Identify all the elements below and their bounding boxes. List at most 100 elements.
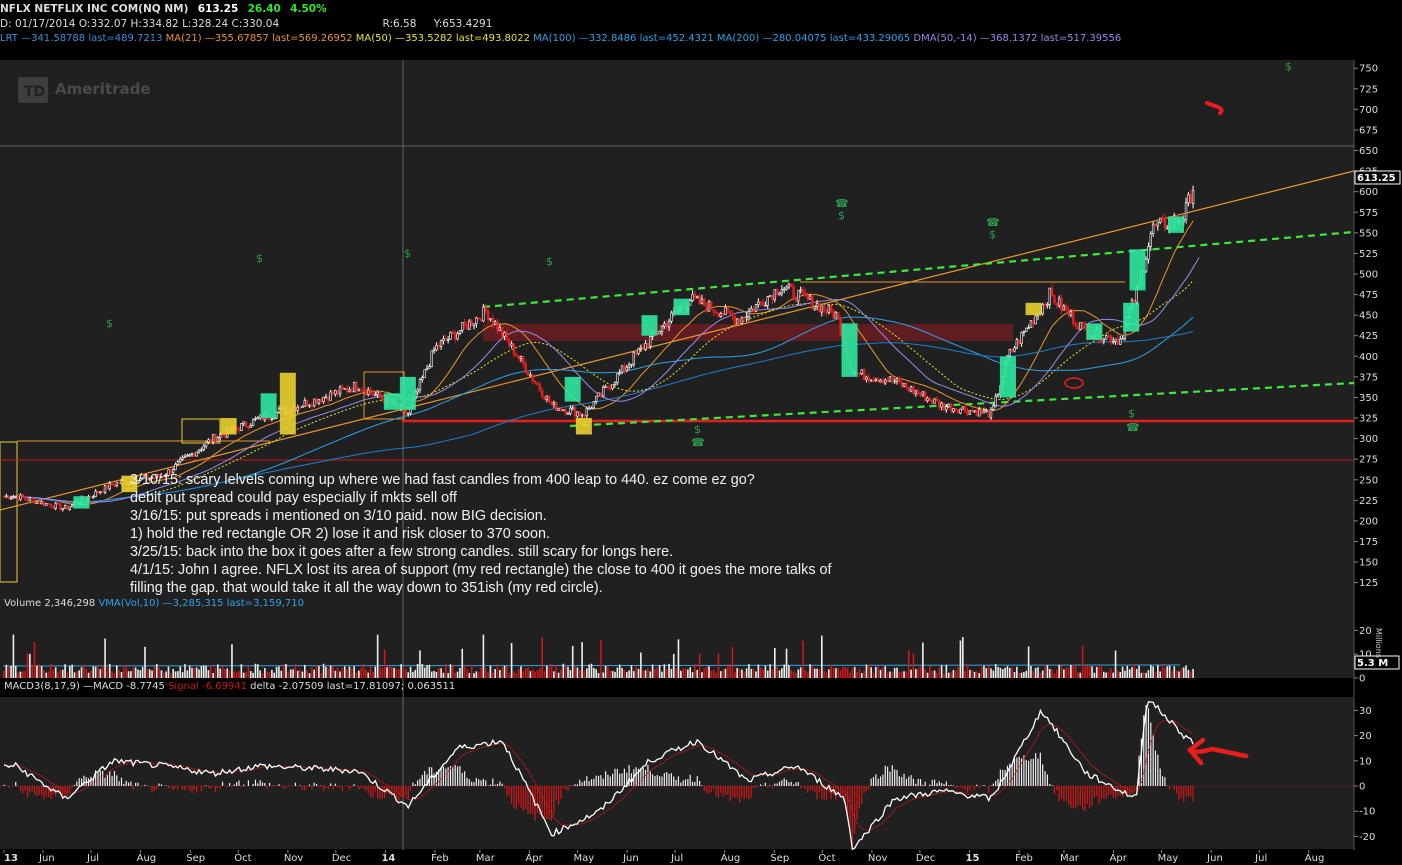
candle-body [1067,309,1070,316]
volume-bar [116,665,118,678]
volume-bar [863,671,865,678]
close-label: C:330.04 [231,18,280,30]
candle-body [456,333,459,340]
candle-body [583,414,586,417]
candle-body [867,376,871,381]
candle-body [9,497,13,500]
volume-bar [774,647,776,678]
volume-bar [882,666,884,678]
macd-hist-bar [478,779,480,786]
macd-hist-bar [548,786,550,820]
volume-bar [106,667,109,678]
macd-hist-bar [945,781,947,786]
macd-hist-bar [104,777,106,786]
macd-hist-bar [149,786,151,787]
candle-body [1102,338,1106,342]
macd-hist-bar [247,780,249,786]
volume-bar [618,664,621,678]
candle-body [489,318,492,321]
candle-body [724,307,727,315]
y-tick-label: 250 [1359,475,1378,486]
candle-body [696,295,699,298]
candle-body [7,495,10,500]
macd-hist-bar [565,786,567,790]
volume-bar [492,672,494,678]
candle-body [322,396,325,403]
macd-hist-bar [461,772,463,786]
volume-bar [715,673,717,678]
volume-bar [134,667,137,678]
volume-bar [423,667,426,678]
macd-hist-bar [872,777,875,786]
volume-bar [696,669,699,678]
macd-hist-bar [1086,786,1088,805]
volume-bar [917,668,919,678]
macd-hist-bar [123,783,125,786]
study-ma100: MA(100) —332.8486 last=452.4321 [533,33,714,44]
macd-hist-bar [800,786,802,789]
macd-hist-bar [464,771,466,786]
volume-bar [130,671,132,678]
macd-hist-bar [1028,760,1030,786]
macd-hist-bar [795,782,797,786]
macd-hist-bar [962,786,964,789]
highlight-candle [220,418,237,435]
macd-hist-bar [360,786,362,789]
volume-bar [1187,669,1190,678]
volume-bar [322,663,325,678]
volume-bar [71,664,73,678]
volume-bar [475,671,478,678]
candle-body [1034,315,1037,325]
candle-body [895,377,899,382]
volume-bar [19,671,22,678]
volume-bar [1095,666,1098,678]
volume-bar [823,670,825,678]
volume-bar [926,672,929,678]
candle-body [862,369,866,380]
candle-body [1121,337,1124,340]
volume-bar [174,671,177,678]
macd-hist-bar [358,786,360,790]
macd-hist-bar [948,785,950,786]
y-tick-label: 150 [1359,558,1378,569]
volume-bar [842,667,844,678]
y-tick-label: 725 [1359,84,1378,95]
macd-hist-bar [499,781,501,786]
volume-bar [1027,646,1030,678]
candle-body [606,385,610,388]
volume-bar [689,667,691,678]
macd-hist-bar [372,786,374,798]
macd-hist-bar [1180,786,1182,798]
macd-hist-bar [647,764,649,786]
macd-hist-bar [1161,776,1164,786]
candle-body [536,382,539,386]
volume-bar [729,666,731,678]
candle-body [89,496,93,498]
candle-body [59,503,62,510]
macd-hist-bar [1164,777,1166,786]
macd-hist-bar [511,786,513,804]
volume-bar [228,670,231,678]
macd-hist-bar [896,770,898,786]
macd-hist-bar [1070,786,1072,808]
volume-bar [160,670,163,678]
volume-bar [212,672,214,678]
volume-bar [1157,665,1159,678]
macd-hist-bar [494,784,496,786]
candle-body [341,386,344,389]
candle-body [700,298,704,304]
macd-hist-bar [579,779,581,786]
volume-bar [1178,671,1180,678]
note-line: 3/25/15: back into the box it goes after… [130,544,674,560]
volume-bar [435,671,438,678]
volume-bar [1093,672,1096,678]
volume-bar [938,667,941,678]
macd-hist-bar [489,784,492,786]
candle-body [5,495,8,498]
x-tick-label: May [573,853,594,864]
macd-hist-bar [205,785,207,786]
volume-bar [376,634,379,678]
highlight-candle [260,393,277,419]
candle-body [181,457,184,460]
volume-tag: 5.3 M [1357,658,1388,669]
